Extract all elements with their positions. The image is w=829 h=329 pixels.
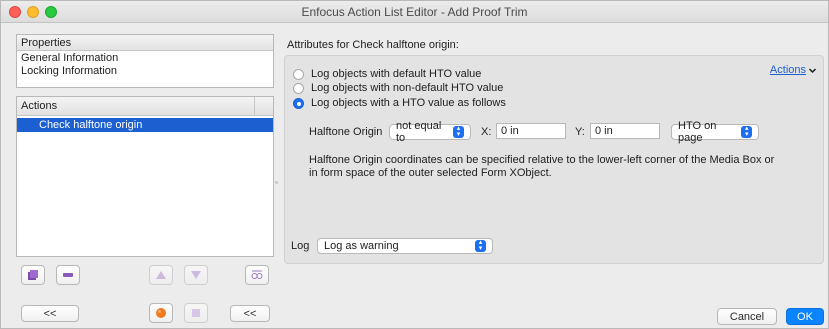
collapse-panel-button-right[interactable]: << <box>230 305 270 322</box>
stop-action-button[interactable] <box>184 303 208 323</box>
hto-reference-select-value: HTO on page <box>678 120 717 144</box>
properties-item-general-information[interactable]: General Information <box>17 52 273 65</box>
x-coordinate-field[interactable]: 0 in <box>496 123 566 139</box>
radio-label: Log objects with default HTO value <box>311 68 482 80</box>
move-down-button[interactable] <box>184 265 208 285</box>
hto-reference-select[interactable]: HTO on page ▴ ▾ <box>671 120 759 144</box>
log-level-select-value: Log as warning <box>324 240 399 252</box>
radio-hto-as-follows[interactable]: Log objects with a HTO value as follows <box>293 97 506 109</box>
window-title: Enfocus Action List Editor - Add Proof T… <box>301 5 528 19</box>
cancel-button[interactable]: Cancel <box>717 308 777 325</box>
add-action-button[interactable] <box>21 265 45 285</box>
arrow-down-icon <box>191 271 201 279</box>
radio-button <box>293 68 304 80</box>
halftone-origin-label: Halftone Origin <box>309 126 383 138</box>
action-row-check-halftone-origin[interactable]: Check halftone origin <box>17 118 273 132</box>
remove-action-button[interactable] <box>56 265 80 285</box>
radio-label: Log objects with a HTO value as follows <box>311 97 506 109</box>
orange-circle-icon <box>156 308 166 318</box>
radio-non-default-hto[interactable]: Log objects with non-default HTO value <box>293 82 503 94</box>
collapse-panel-button-left[interactable]: << <box>21 305 79 322</box>
splitter-handle[interactable] <box>275 181 278 184</box>
y-label: Y: <box>575 126 585 138</box>
radio-default-hto[interactable]: Log objects with default HTO value <box>293 68 481 80</box>
log-level-select[interactable]: Log as warning ▴ ▾ <box>317 238 493 254</box>
stop-square-icon <box>192 309 200 317</box>
actions-column-spacer <box>255 97 273 115</box>
title-bar[interactable]: Enfocus Action List Editor - Add Proof T… <box>1 1 828 23</box>
add-action-icon <box>28 270 38 280</box>
chevron-down-icon <box>808 67 817 73</box>
glasses-icon <box>251 270 263 279</box>
x-label: X: <box>481 126 492 138</box>
comparison-select-value: not equal to <box>396 120 442 144</box>
log-label: Log <box>291 240 310 252</box>
select-stepper-icon: ▴ ▾ <box>453 125 464 138</box>
arrow-up-icon <box>156 271 166 279</box>
actions-list-header: Actions <box>17 97 273 116</box>
properties-header: Properties <box>17 35 273 51</box>
view-options-button[interactable] <box>245 265 269 285</box>
actions-list-panel: Actions Check halftone origin <box>16 96 274 257</box>
actions-column-header[interactable]: Actions <box>17 97 255 115</box>
attributes-box: Actions Log objects with default HTO val… <box>284 55 824 264</box>
action-row-label: Check halftone origin <box>39 119 143 131</box>
run-action-button[interactable] <box>149 303 173 323</box>
move-up-button[interactable] <box>149 265 173 285</box>
radio-button <box>293 82 304 94</box>
select-stepper-icon: ▴ ▾ <box>475 239 486 252</box>
properties-item-locking-information[interactable]: Locking Information <box>17 65 273 78</box>
action-list-editor-window: Enfocus Action List Editor - Add Proof T… <box>0 0 829 329</box>
ok-button[interactable]: OK <box>786 308 824 325</box>
halftone-origin-description: Halftone Origin coordinates can be speci… <box>309 154 775 179</box>
select-stepper-icon: ▴ ▾ <box>741 125 752 138</box>
actions-menu-link[interactable]: Actions <box>770 64 817 76</box>
actions-menu-label: Actions <box>769 64 806 76</box>
y-coordinate-field[interactable]: 0 in <box>590 123 660 139</box>
minus-icon <box>63 273 73 277</box>
properties-panel: Properties General Information Locking I… <box>16 34 274 88</box>
radio-button-checked <box>293 97 304 109</box>
comparison-select[interactable]: not equal to ▴ ▾ <box>389 120 471 144</box>
radio-label: Log objects with non-default HTO value <box>311 82 504 94</box>
attributes-title: Attributes for Check halftone origin: <box>287 39 459 51</box>
